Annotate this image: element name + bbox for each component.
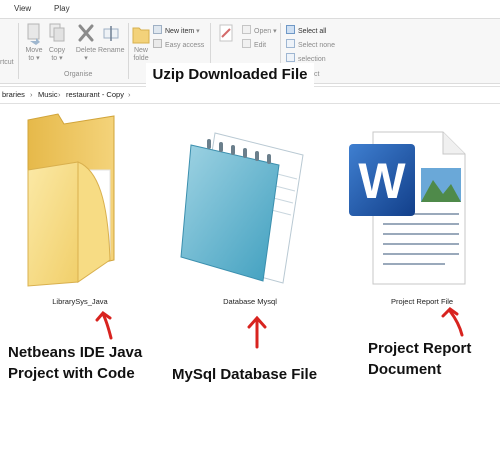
new-folder-button[interactable]: New folde bbox=[131, 23, 151, 63]
word-document-icon[interactable]: W bbox=[345, 128, 470, 288]
new-item-label: New item bbox=[165, 28, 195, 35]
chevron-right-icon: › bbox=[58, 90, 61, 99]
ribbon-tabs: View Play bbox=[0, 0, 500, 18]
breadcrumb-libraries[interactable]: braries bbox=[2, 90, 25, 99]
address-bar[interactable]: braries › Music › restaurant - Copy › bbox=[0, 86, 500, 104]
red-arrow-icon bbox=[95, 310, 113, 340]
invert-selection-icon bbox=[286, 53, 295, 62]
easy-access-label: Easy access bbox=[165, 42, 205, 49]
properties-icon bbox=[219, 24, 233, 42]
paste-shortcut-button[interactable]: rtcut bbox=[0, 59, 14, 67]
select-all-label: Select all bbox=[298, 28, 327, 35]
chevron-down-icon: ▾ bbox=[59, 55, 63, 62]
move-to-label-1: Move bbox=[25, 47, 43, 54]
edit-button[interactable]: Edit bbox=[242, 39, 266, 49]
caption-project-report: Project Report Document bbox=[368, 338, 471, 380]
edit-label: Edit bbox=[254, 42, 267, 49]
new-item-icon bbox=[153, 25, 162, 34]
file-name-database-mysql[interactable]: Database Mysql bbox=[200, 297, 300, 306]
properties-button[interactable] bbox=[216, 23, 236, 47]
chevron-down-icon: ▾ bbox=[36, 55, 40, 62]
select-none-button[interactable]: Select none bbox=[286, 39, 335, 49]
easy-access-button[interactable]: Easy access bbox=[153, 39, 204, 49]
new-folder-icon bbox=[132, 27, 150, 44]
open-icon bbox=[242, 25, 251, 34]
copy-to-button[interactable]: Copy to ▾ bbox=[47, 23, 67, 63]
caption-netbeans-project: Netbeans IDE Java Project with Code bbox=[8, 342, 142, 384]
open-label: Open bbox=[254, 28, 272, 35]
new-folder-label-2: folde bbox=[133, 55, 149, 62]
caption-line: MySql Database File bbox=[172, 366, 318, 383]
select-none-label: Select none bbox=[298, 42, 335, 49]
caption-mysql-database: MySql Database File bbox=[172, 364, 317, 385]
notepad-text-file-icon[interactable] bbox=[175, 125, 310, 290]
red-arrow-icon bbox=[247, 315, 267, 349]
delete-button[interactable]: Delete ▾ bbox=[74, 23, 98, 63]
paste-shortcut-label: rtcut bbox=[0, 59, 14, 66]
chevron-right-icon: › bbox=[30, 90, 33, 99]
new-folder-label-1: New bbox=[133, 47, 148, 54]
open-button[interactable]: Open ▾ bbox=[242, 25, 277, 35]
select-all-icon bbox=[286, 25, 295, 34]
invert-selection-label: selection bbox=[298, 56, 326, 63]
copy-to-icon bbox=[49, 23, 65, 42]
svg-text:W: W bbox=[358, 153, 406, 209]
copy-to-label-2: to bbox=[51, 55, 58, 62]
chevron-down-icon: ▾ bbox=[84, 55, 88, 62]
ribbon-divider bbox=[128, 23, 129, 79]
caption-line: Project Report bbox=[368, 340, 472, 357]
ribbon-divider bbox=[18, 23, 19, 79]
chevron-down-icon: ▾ bbox=[196, 28, 200, 35]
chevron-right-icon: › bbox=[128, 90, 131, 99]
file-name-librarysys-java[interactable]: LibrarySys_Java bbox=[30, 297, 130, 306]
rename-label: Rename bbox=[98, 47, 125, 54]
move-to-icon bbox=[27, 23, 40, 45]
chevron-down-icon: ▾ bbox=[273, 28, 277, 35]
overlay-title: Uzip Downloaded File bbox=[146, 63, 314, 87]
delete-x-icon bbox=[78, 24, 94, 42]
tab-play[interactable]: Play bbox=[54, 4, 70, 13]
move-to-label-2: to bbox=[28, 55, 35, 62]
easy-access-icon bbox=[153, 39, 162, 48]
caption-line: Document bbox=[368, 361, 442, 378]
select-none-icon bbox=[286, 39, 295, 48]
new-item-button[interactable]: New item ▾ bbox=[153, 25, 200, 35]
edit-icon bbox=[242, 39, 251, 48]
select-group-label: ct bbox=[314, 71, 320, 78]
breadcrumb-restaurant-copy[interactable]: restaurant - Copy bbox=[66, 90, 124, 99]
breadcrumb-music[interactable]: Music bbox=[38, 90, 58, 99]
caption-line: Project with Code bbox=[8, 365, 135, 382]
select-all-button[interactable]: Select all bbox=[286, 25, 326, 35]
folder-icon[interactable] bbox=[18, 110, 128, 290]
invert-selection-button[interactable]: selection bbox=[286, 53, 326, 63]
organise-group-label: Organise bbox=[64, 71, 93, 78]
move-to-button[interactable]: Move to ▾ bbox=[24, 23, 44, 63]
rename-icon bbox=[103, 26, 119, 41]
delete-label: Delete bbox=[75, 47, 97, 54]
caption-line: Netbeans IDE Java bbox=[8, 344, 143, 361]
rename-button[interactable]: Rename bbox=[98, 23, 124, 55]
tab-view[interactable]: View bbox=[14, 4, 31, 13]
red-arrow-icon bbox=[441, 307, 464, 337]
copy-to-label-1: Copy bbox=[48, 47, 66, 54]
